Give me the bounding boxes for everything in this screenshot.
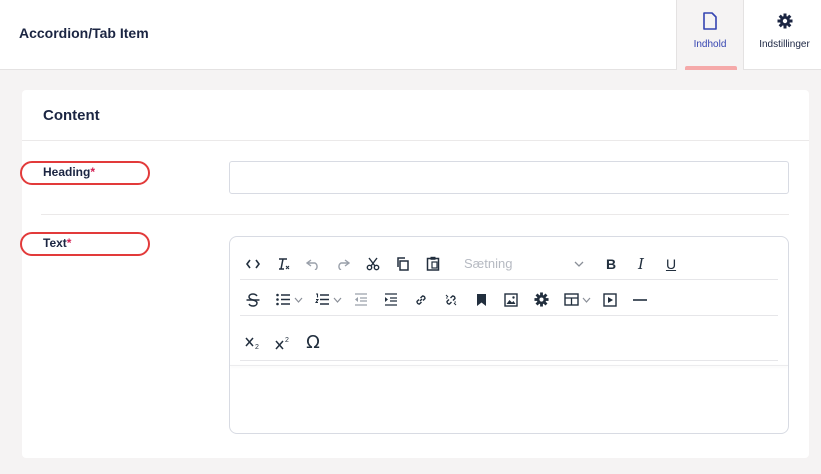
heading-label: Heading* xyxy=(43,165,95,179)
gear-icon xyxy=(775,11,795,31)
toolbar-row: 2 2 Ω xyxy=(240,325,778,361)
bold-icon[interactable]: B xyxy=(598,251,624,277)
required-marker: * xyxy=(66,236,72,250)
chevron-down-icon xyxy=(574,261,584,267)
rich-text-editor[interactable]: Sætning B I U 2 2 Ω xyxy=(229,236,789,434)
unlink-icon[interactable] xyxy=(438,287,464,313)
macro-icon[interactable] xyxy=(528,287,554,313)
special-character-icon[interactable]: Ω xyxy=(300,330,326,356)
chevron-down-icon[interactable] xyxy=(294,297,303,303)
paste-icon[interactable] xyxy=(420,251,446,277)
subscript-icon[interactable]: 2 xyxy=(240,330,266,356)
copy-icon[interactable] xyxy=(390,251,416,277)
tab-content-label: Indhold xyxy=(693,39,727,50)
underline-icon[interactable]: U xyxy=(658,251,684,277)
source-code-icon[interactable] xyxy=(240,251,266,277)
block-format-value: Sætning xyxy=(464,256,513,271)
heading-input[interactable] xyxy=(229,161,789,194)
divider xyxy=(41,214,789,215)
tab-content[interactable]: Indhold xyxy=(676,0,744,70)
document-icon xyxy=(700,11,720,31)
bullet-list-icon[interactable] xyxy=(270,287,296,313)
table-icon[interactable] xyxy=(558,287,584,313)
page-title: Accordion/Tab Item xyxy=(19,25,149,41)
clear-formatting-icon[interactable] xyxy=(270,251,296,277)
horizontal-rule-icon[interactable] xyxy=(627,287,653,313)
outdent-icon[interactable] xyxy=(348,287,374,313)
underline-glyph: U xyxy=(665,255,677,272)
text-label: Text* xyxy=(43,236,71,250)
top-bar: Accordion/Tab Item Indhold Indstillinger xyxy=(0,0,821,70)
toolbar-row xyxy=(240,284,778,316)
italic-icon[interactable]: I xyxy=(628,251,654,277)
active-tab-indicator xyxy=(685,66,737,70)
tab-settings-label: Indstillinger xyxy=(759,39,810,50)
content-card: Content Heading* Text* Sætning B I U 2 2… xyxy=(20,90,809,458)
omega-glyph: Ω xyxy=(306,332,320,353)
bold-glyph: B xyxy=(605,255,617,272)
anchor-icon[interactable] xyxy=(468,287,494,313)
image-icon[interactable] xyxy=(498,287,524,313)
media-icon[interactable] xyxy=(597,287,623,313)
redo-icon[interactable] xyxy=(330,251,356,277)
text-label-text: Text xyxy=(43,236,67,250)
tab-settings[interactable]: Indstillinger xyxy=(748,0,821,70)
indent-icon[interactable] xyxy=(378,287,404,313)
divider xyxy=(22,140,809,141)
svg-text:2: 2 xyxy=(285,337,289,344)
divider xyxy=(230,365,788,366)
cut-icon[interactable] xyxy=(360,251,386,277)
link-icon[interactable] xyxy=(408,287,434,313)
chevron-down-icon[interactable] xyxy=(333,297,342,303)
numbered-list-icon[interactable] xyxy=(309,287,335,313)
chevron-down-icon[interactable] xyxy=(582,297,591,303)
required-marker: * xyxy=(90,165,96,179)
block-format-select[interactable]: Sætning xyxy=(456,252,592,276)
strikethrough-icon[interactable] xyxy=(240,287,266,313)
svg-text:2: 2 xyxy=(255,344,259,350)
heading-label-text: Heading xyxy=(43,165,91,179)
section-title: Content xyxy=(43,107,100,124)
undo-icon[interactable] xyxy=(300,251,326,277)
superscript-icon[interactable]: 2 xyxy=(270,330,296,356)
toolbar-row: Sætning B I U xyxy=(240,248,778,280)
highlight-ring xyxy=(20,232,150,256)
italic-glyph: I xyxy=(638,254,644,273)
